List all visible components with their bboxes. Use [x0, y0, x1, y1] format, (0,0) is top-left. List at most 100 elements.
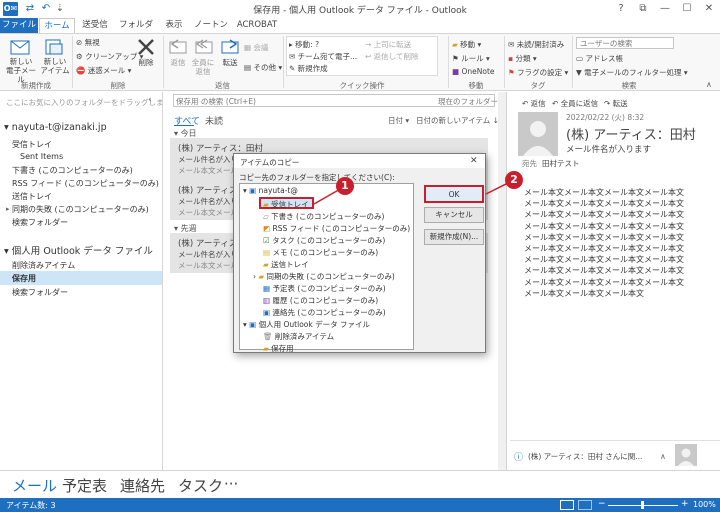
address-book-button[interactable]: ▭ アドレス帳	[576, 53, 623, 64]
people-pane-avatar[interactable]	[675, 444, 697, 466]
meeting-button[interactable]: ▦ 会議	[244, 42, 268, 53]
qs-new[interactable]: ✎ 新規作成	[289, 63, 328, 74]
tab-folder[interactable]: フォルダー	[116, 18, 156, 45]
maximize-button[interactable]: ☐	[676, 1, 698, 17]
collapse-pane-icon[interactable]: ‹	[148, 95, 152, 105]
more-respond-button[interactable]: ▤ その他 ▾	[244, 62, 282, 73]
help-icon[interactable]: ?	[610, 1, 632, 17]
reply-all-button[interactable]: 全員に 返信	[190, 58, 216, 76]
tree-folder[interactable]: ▦ 予定表 (このコンピューターのみ)	[263, 283, 386, 294]
minimize-button[interactable]: —	[654, 1, 676, 17]
nav-folder[interactable]: 検索フォルダー	[12, 287, 68, 298]
qs-to-manager[interactable]: → 上司に転送	[365, 39, 411, 50]
nav-folder[interactable]: RSS フィード (このコンピューターのみ)	[12, 178, 159, 189]
nav-folder-selected[interactable]: 保存用	[12, 273, 36, 284]
tab-norton[interactable]: ノートン	[192, 18, 230, 33]
qs-reply-delete[interactable]: ↩ 返信して削除	[365, 51, 418, 62]
nav-calendar[interactable]: 予定表	[62, 475, 107, 496]
tree-folder[interactable]: › ▰ 同期の失敗 (このコンピューターのみ)	[253, 271, 395, 282]
new-folder-button[interactable]: 新規作成(N)...	[424, 229, 484, 245]
close-button[interactable]: ✕	[698, 1, 720, 17]
account-header[interactable]: ▾ nayuta-t@izanaki.jp	[4, 122, 107, 133]
forward-button[interactable]: 転送	[217, 58, 243, 67]
sort-by-dropdown[interactable]: 日付 ▾	[388, 115, 409, 126]
expand-arrow-icon[interactable]: ▸	[6, 205, 10, 213]
folder-move-icon: ▰	[452, 40, 461, 49]
tree-folder[interactable]: ▰ 保存用	[263, 343, 294, 354]
expand-people-icon[interactable]: ∧	[660, 452, 666, 461]
dialog-close-button[interactable]: ✕	[470, 156, 478, 166]
followup-button[interactable]: ⚑ フラグの設定 ▾	[508, 67, 568, 78]
zoom-out-icon[interactable]: −	[598, 499, 606, 509]
ribbon-display-icon[interactable]: ⧉	[632, 1, 654, 17]
ok-button[interactable]: OK	[424, 185, 484, 203]
filter-email-button[interactable]: ▼ 電子メールのフィルター処理 ▾	[576, 67, 688, 78]
customize-qat-icon[interactable]: ⇣	[54, 2, 66, 15]
reading-reply-all-button[interactable]: ↶ 全員に返信	[552, 98, 598, 109]
tree-folder[interactable]: ▣ 連絡先 (このコンピューターのみ)	[263, 307, 386, 318]
outlook-app-icon[interactable]: O✉	[3, 2, 18, 16]
tab-view[interactable]: 表示	[160, 18, 188, 33]
list-scrollbar[interactable]	[498, 92, 506, 470]
nav-folder[interactable]: 送信トレイ	[12, 191, 52, 202]
nav-folder[interactable]: 削除済みアイテム	[12, 260, 75, 271]
reply-all-icon: ↶	[552, 99, 561, 108]
delete-button[interactable]: 削除	[132, 58, 160, 67]
tab-file[interactable]: ファイル	[0, 18, 38, 33]
search-people-input[interactable]	[576, 37, 674, 49]
tab-send-receive[interactable]: 送受信	[78, 18, 112, 33]
onenote-button[interactable]: ■ OneNote	[452, 67, 495, 76]
reading-reply-button[interactable]: ↶ 返信	[522, 98, 546, 109]
tree-folder[interactable]: ▰ 送信トレイ	[263, 259, 309, 270]
tree-folder[interactable]: ☑ タスク (このコンピューターのみ)	[263, 235, 385, 246]
item-count: アイテム数: 3	[6, 501, 56, 510]
zoom-in-icon[interactable]: +	[681, 499, 689, 509]
tree-folder-inbox[interactable]: ▰ 受信トレイ	[263, 199, 309, 210]
tree-account[interactable]: ▾ ▣ nayuta-t@	[243, 186, 298, 195]
search-scope-dropdown[interactable]: 現在のフォルダー ▾	[438, 96, 504, 107]
tree-folder[interactable]: ▤ メモ (このコンピューターのみ)	[263, 247, 378, 258]
ribbon-divider	[504, 36, 505, 88]
zoom-slider-thumb[interactable]	[641, 501, 644, 509]
categorize-button[interactable]: ▪ 分類 ▾	[508, 53, 537, 64]
cancel-button[interactable]: キャンセル	[424, 207, 484, 223]
junk-button[interactable]: ⛔ 迷惑メール ▾	[76, 65, 131, 76]
reading-forward-button[interactable]: ↷ 転送	[604, 98, 628, 109]
nav-more[interactable]: ···	[224, 475, 238, 493]
undo-icon[interactable]: ↶	[40, 2, 52, 15]
move-button[interactable]: ▰ 移動 ▾	[452, 39, 481, 50]
send-receive-icon[interactable]: ⇄	[24, 2, 36, 15]
nav-people[interactable]: 連絡先	[120, 475, 165, 496]
normal-view-icon[interactable]	[560, 500, 574, 510]
tree-folder[interactable]: ◩ RSS フィード (このコンピューターのみ)	[263, 223, 410, 234]
reply-button[interactable]: 返信	[165, 58, 191, 67]
nav-mail[interactable]: メール	[12, 475, 57, 496]
sort-order-toggle[interactable]: 日付の新しいアイテム ↓	[416, 115, 499, 126]
unread-read-button[interactable]: ✉ 未読/開封済み	[508, 39, 564, 50]
people-pane-summary[interactable]: (株) アーティス：田村 さんに関...	[528, 451, 642, 462]
qs-team-email[interactable]: ✉ チーム宛て電子...	[289, 51, 357, 62]
move-label: 移動	[460, 40, 476, 49]
rules-button[interactable]: ⚑ ルール ▾	[452, 53, 490, 64]
filter-unread[interactable]: 未読	[205, 114, 223, 127]
collapse-ribbon-icon[interactable]: ∧	[706, 80, 712, 89]
tab-acrobat[interactable]: ACROBAT	[234, 18, 280, 33]
reply-icon	[169, 39, 187, 54]
nav-folder[interactable]: Sent Items	[20, 152, 63, 161]
nav-folder[interactable]: 検索フォルダー	[12, 217, 68, 228]
nav-folder[interactable]: 同期の失敗 (このコンピューターのみ)	[12, 204, 149, 215]
ignore-button[interactable]: ⊘ 無視	[76, 37, 100, 48]
nav-tasks[interactable]: タスク	[178, 475, 223, 496]
tree-folder[interactable]: ▱ 下書き (このコンピューターのみ)	[263, 211, 384, 222]
new-items-button[interactable]: 新しい アイテム	[40, 57, 70, 75]
nav-folder[interactable]: 下書き (このコンピューターのみ)	[12, 165, 133, 176]
reading-view-icon[interactable]	[578, 500, 592, 510]
reading-reply-label: 返信	[530, 99, 546, 108]
tree-pst[interactable]: ▾ ▣ 個人用 Outlook データ ファイル	[243, 319, 370, 330]
nav-folder[interactable]: 受信トレイ	[12, 139, 52, 150]
tab-home[interactable]: ホーム	[39, 18, 75, 33]
tree-folder[interactable]: 🗑 削除済みアイテム	[263, 331, 334, 342]
tree-folder[interactable]: ▥ 履歴 (このコンピューターのみ)	[263, 295, 378, 306]
pst-header[interactable]: ▾ 個人用 Outlook データ ファイル	[4, 243, 153, 257]
qs-move[interactable]: ▸ 移動: ?	[289, 39, 319, 50]
